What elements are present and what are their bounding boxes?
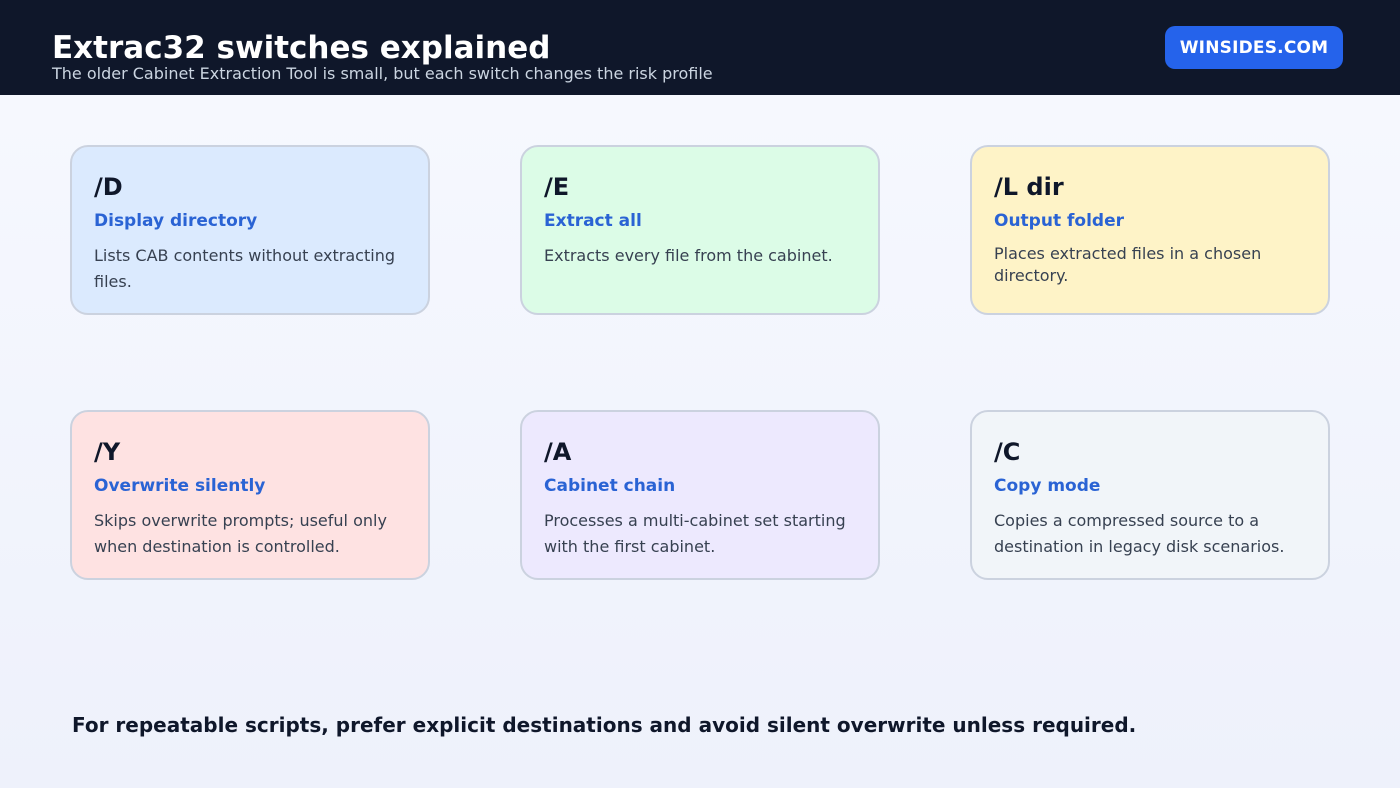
header-bar: Extrac32 switches explained The older Ca… xyxy=(0,0,1400,95)
switch-card-e: /E Extract all Extracts every file from … xyxy=(520,145,880,315)
switch-card-y: /Y Overwrite silently Skips overwrite pr… xyxy=(70,410,430,580)
page-title: Extrac32 switches explained xyxy=(52,30,551,66)
brand-link-button[interactable]: WINSIDES.COM xyxy=(1165,26,1343,69)
switch-description: Lists CAB contents without extracting fi… xyxy=(94,246,395,291)
switch-code: /C xyxy=(994,438,1021,466)
switch-description: Places extracted files in a chosen direc… xyxy=(994,244,1262,285)
switch-card-a: /A Cabinet chain Processes a multi-cabin… xyxy=(520,410,880,580)
switch-description: Skips overwrite prompts; useful only whe… xyxy=(94,511,387,556)
switch-title: Overwrite silently xyxy=(94,476,266,496)
switch-code: /A xyxy=(544,438,572,466)
switch-code: /E xyxy=(544,173,570,201)
footer-note: For repeatable scripts, prefer explicit … xyxy=(72,713,1137,737)
switch-description: Copies a compressed source to a destinat… xyxy=(994,511,1285,556)
switch-title: Cabinet chain xyxy=(544,476,676,496)
switch-code: /L dir xyxy=(994,173,1064,201)
switch-title: Extract all xyxy=(544,211,642,231)
switch-code: /D xyxy=(94,173,123,201)
switch-title: Display directory xyxy=(94,211,258,231)
switch-title: Output folder xyxy=(994,211,1124,231)
switch-description: Extracts every file from the cabinet. xyxy=(544,246,833,265)
switch-card-l: /L dir Output folder Places extracted fi… xyxy=(970,145,1330,315)
page-subtitle: The older Cabinet Extraction Tool is sma… xyxy=(52,64,713,83)
switch-card-c: /C Copy mode Copies a compressed source … xyxy=(970,410,1330,580)
switch-code: /Y xyxy=(94,438,121,466)
switch-card-d: /D Display directory Lists CAB contents … xyxy=(70,145,430,315)
switch-title: Copy mode xyxy=(994,476,1101,496)
switch-description: Processes a multi-cabinet set starting w… xyxy=(544,511,846,556)
